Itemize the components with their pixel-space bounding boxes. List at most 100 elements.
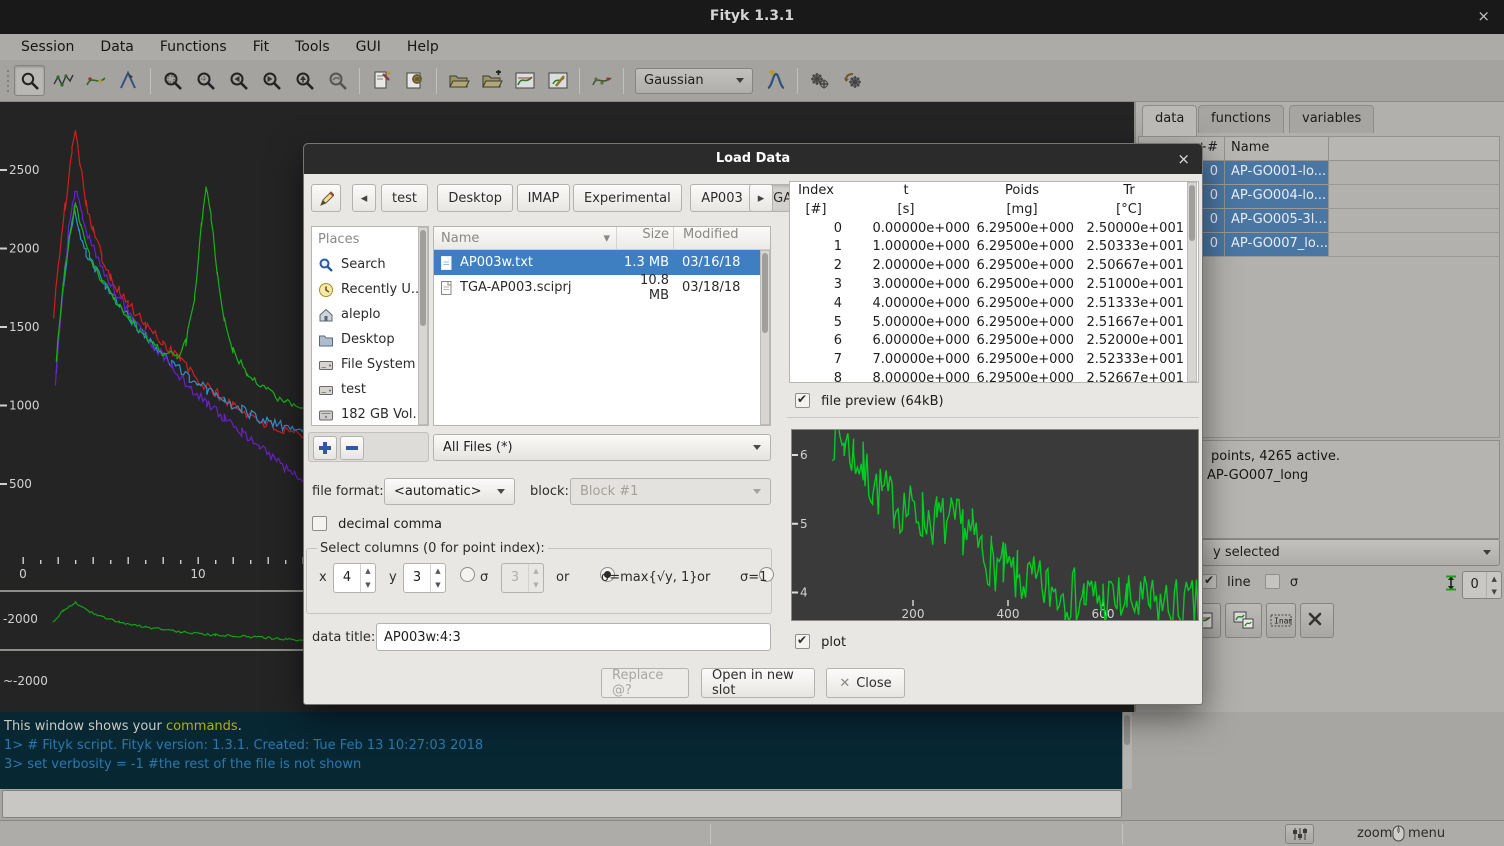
append-data-button[interactable] — [476, 65, 507, 96]
data-title-input[interactable]: AP003w:4:3 — [376, 623, 771, 651]
place-recently-u-[interactable]: Recently U... — [312, 277, 428, 302]
checkbox-checked-icon[interactable] — [1202, 574, 1217, 589]
place-test[interactable]: test — [312, 377, 428, 402]
place-aleplo[interactable]: aleplo — [312, 302, 428, 327]
replace-button[interactable]: Replace @? — [601, 668, 689, 698]
block-combo[interactable]: Block #1 — [570, 478, 771, 505]
x-column-stepper[interactable]: 4 ▲▼ — [333, 563, 376, 593]
data-range-mode-button[interactable] — [47, 65, 78, 96]
path-crumb-experimental[interactable]: Experimental — [573, 184, 682, 212]
column-header-name[interactable]: Name — [1225, 137, 1329, 160]
decimal-comma-checkbox[interactable]: decimal comma — [312, 516, 442, 532]
statusbar-config-button[interactable] — [1285, 824, 1314, 844]
path-crumb-imap[interactable]: IMAP — [517, 184, 571, 212]
zoom-mode-button[interactable] — [14, 65, 45, 96]
command-console[interactable]: This window shows your commands.1> # Fit… — [0, 712, 1122, 789]
console-scrollbar[interactable] — [1122, 712, 1132, 789]
menu-tools[interactable]: Tools — [282, 36, 343, 58]
function-type-combo[interactable]: Gaussian — [635, 68, 753, 94]
open-new-slot-button[interactable]: Open in new slot — [701, 668, 815, 698]
command-input[interactable] — [2, 790, 1122, 818]
plot-preview-checkbox[interactable]: plot — [795, 634, 846, 650]
peak-draw-mode-button[interactable] — [113, 65, 144, 96]
path-back-button[interactable]: ◂ — [352, 184, 376, 212]
preview-table-scrollbar[interactable] — [1187, 182, 1197, 382]
x-column-label: x — [319, 570, 327, 585]
column-header-name[interactable]: Name ▾ — [434, 227, 616, 249]
rename-data-button[interactable]: Inam — [1266, 603, 1296, 638]
function-mode-button[interactable] — [586, 65, 617, 96]
tab-variables[interactable]: variables — [1289, 105, 1374, 133]
add-place-button[interactable] — [313, 436, 337, 460]
menu-fit[interactable]: Fit — [240, 36, 282, 58]
folder-icon — [318, 332, 334, 348]
search-icon — [318, 257, 334, 273]
zoom-all-button[interactable] — [157, 65, 188, 96]
edit-script-button[interactable] — [366, 65, 397, 96]
sigma-column-radio[interactable] — [460, 567, 475, 582]
point-size-stepper[interactable]: 0 ▲▼ — [1462, 571, 1502, 599]
checkbox-checked-icon[interactable] — [795, 393, 810, 408]
close-button[interactable]: ✕ Close — [826, 668, 905, 698]
place-182-gb-vol-[interactable]: 182 GB Vol... — [312, 402, 428, 427]
file-preview-checkbox[interactable]: file preview (64kB) — [795, 393, 944, 409]
file-row[interactable]: AP003w.txt1.3 MB03/16/18 — [434, 250, 770, 275]
tab-functions[interactable]: functions — [1198, 105, 1284, 133]
delete-data-button[interactable] — [1300, 603, 1334, 638]
file-list-scrollbar[interactable] — [760, 250, 770, 425]
run-script-button[interactable] — [399, 65, 430, 96]
file-filter-combo[interactable]: All Files (*) — [433, 434, 771, 461]
file-format-combo[interactable]: <automatic> — [384, 478, 515, 505]
remove-place-button[interactable] — [340, 436, 364, 460]
path-crumb-desktop[interactable]: Desktop — [437, 184, 513, 212]
menu-gui[interactable]: GUI — [343, 36, 394, 58]
zoom-vertical-button[interactable] — [289, 65, 320, 96]
place-search[interactable]: Search — [312, 252, 428, 277]
or-label: or — [697, 570, 710, 585]
place-file-system[interactable]: File System — [312, 352, 428, 377]
tab-data[interactable]: data — [1142, 105, 1197, 136]
column-header-size[interactable]: Size — [616, 227, 673, 249]
edit-path-button[interactable] — [311, 184, 341, 212]
menu-data[interactable]: Data — [87, 36, 146, 58]
path-crumb-ap003[interactable]: AP003 — [690, 184, 754, 212]
copy-data-button[interactable] — [1225, 603, 1262, 638]
checkbox-icon[interactable] — [312, 516, 327, 531]
file-preview-table[interactable]: IndextPoidsTr[#][s][mg][°C]00.00000e+000… — [789, 181, 1199, 383]
file-row[interactable]: TGA-AP003.sciprj10.8 MB03/18/18 — [434, 275, 770, 300]
line-checkbox[interactable]: line σ — [1202, 574, 1322, 594]
zoom-forward-button[interactable] — [256, 65, 287, 96]
window-close-icon[interactable]: × — [1477, 7, 1490, 25]
menu-help[interactable]: Help — [394, 36, 452, 58]
drive-icon — [318, 357, 334, 373]
path-forward-button[interactable]: ▸ — [749, 184, 773, 212]
execute-button[interactable] — [804, 65, 835, 96]
checkbox-checked-icon[interactable] — [795, 634, 810, 649]
sigma-checkbox[interactable] — [1265, 574, 1280, 589]
load-data-button[interactable] — [443, 65, 474, 96]
menu-session[interactable]: Session — [8, 36, 87, 58]
dialog-close-icon[interactable]: × — [1177, 150, 1190, 168]
path-crumb-test[interactable]: test — [381, 184, 428, 212]
zoom-undo-button[interactable] — [322, 65, 353, 96]
zoom-back-button[interactable] — [223, 65, 254, 96]
stepper-up-icon: ▲ — [529, 564, 543, 578]
zoom-all-icon — [162, 70, 184, 92]
y-column-stepper[interactable]: 3 ▲▼ — [403, 563, 446, 593]
data-editor-button[interactable] — [509, 65, 540, 96]
baseline-icon — [85, 70, 107, 92]
toolbar-handle[interactable] — [5, 67, 10, 95]
zoom-selection-button[interactable] — [190, 65, 221, 96]
frame-edit-icon — [547, 70, 569, 92]
column-header-modified[interactable]: Modified — [673, 227, 757, 249]
add-function-button[interactable] — [760, 65, 791, 96]
data-transform-button[interactable] — [542, 65, 573, 96]
places-scrollbar[interactable] — [418, 227, 428, 425]
undo-fit-button[interactable] — [837, 65, 868, 96]
svg-text:5: 5 — [800, 517, 808, 531]
baseline-mode-button[interactable] — [80, 65, 111, 96]
frame-curve-icon — [514, 70, 536, 92]
menu-functions[interactable]: Functions — [147, 36, 240, 58]
place-desktop[interactable]: Desktop — [312, 327, 428, 352]
sigma-column-stepper[interactable]: 3 ▲▼ — [501, 563, 544, 593]
